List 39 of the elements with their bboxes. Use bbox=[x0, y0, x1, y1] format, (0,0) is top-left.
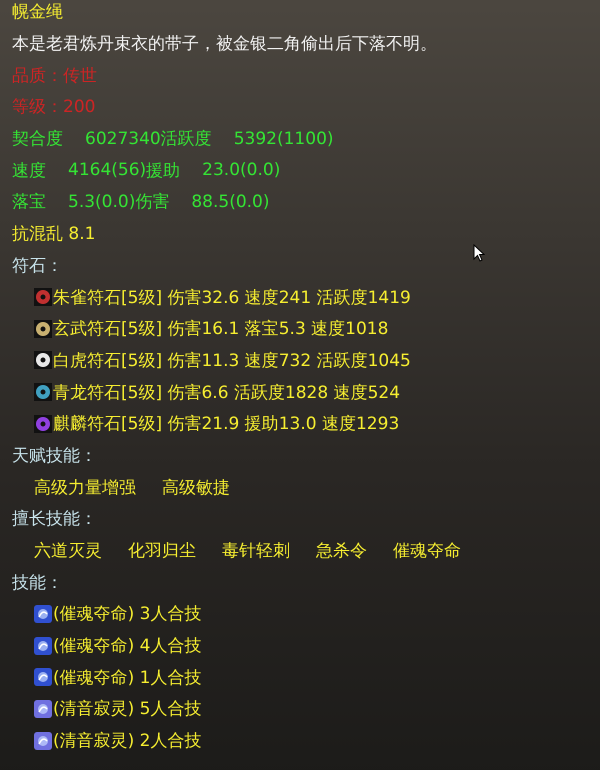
rune-text: 白虎符石[5级] 伤害11.3 速度732 活跃度1045 bbox=[53, 350, 411, 372]
stat-value: 88.5(0.0) bbox=[191, 192, 270, 212]
talent-skill: 高级敏捷 bbox=[162, 476, 230, 499]
stat-label: 援助 bbox=[146, 160, 180, 182]
specialty-skill: 毒针轻刺 bbox=[222, 540, 290, 562]
attribute-text: 品质：传世 bbox=[12, 64, 97, 87]
stat-label: 伤害 bbox=[135, 191, 170, 214]
attribute-text: 等级：200 bbox=[12, 96, 96, 118]
section-heading: 技能： bbox=[12, 572, 63, 594]
stat-value: 6027340 bbox=[85, 128, 161, 149]
rune-text: 麒麟符石[5级] 伤害21.9 援助13.0 速度1293 bbox=[53, 413, 400, 436]
stat-label: 契合度 bbox=[12, 128, 63, 150]
section-heading: 天赋技能： bbox=[12, 444, 97, 467]
stat-label: 落宝 bbox=[12, 191, 46, 214]
stat-label: 活跃度 bbox=[160, 128, 212, 150]
rune-text: 朱雀符石[5级] 伤害32.6 速度241 活跃度1419 bbox=[53, 286, 411, 309]
specialty-skill: 急杀令 bbox=[316, 540, 367, 562]
section-heading: 擅长技能： bbox=[12, 508, 97, 530]
stat-label: 速度 bbox=[12, 160, 46, 182]
specialty-skill: 催魂夺命 bbox=[393, 540, 461, 562]
cursor-icon bbox=[473, 244, 485, 262]
specialty-skill: 六道灭灵 bbox=[34, 540, 102, 562]
skill-text: (催魂夺命) 3人合技 bbox=[53, 603, 202, 626]
skill-text: (催魂夺命) 1人合技 bbox=[53, 666, 202, 689]
stat-value: 5.3(0.0) bbox=[68, 192, 136, 212]
talent-skill: 高级力量增强 bbox=[34, 476, 136, 499]
section-heading: 符石： bbox=[12, 254, 63, 277]
stat-value: 5392(1100) bbox=[234, 128, 334, 149]
resist-text: 抗混乱 8.1 bbox=[12, 223, 96, 246]
skill-text: (清音寂灵) 5人合技 bbox=[53, 698, 202, 720]
stat-value: 4164(56) bbox=[68, 160, 146, 180]
item-name: 幌金绳 bbox=[12, 1, 63, 24]
skill-text: (清音寂灵) 2人合技 bbox=[53, 730, 202, 752]
specialty-skill: 化羽归尘 bbox=[128, 540, 196, 562]
skill-text: (催魂夺命) 4人合技 bbox=[53, 635, 202, 658]
stat-value: 23.0(0.0) bbox=[202, 160, 280, 180]
item-description: 本是老君炼丹束衣的带子，被金银二角偷出后下落不明。 bbox=[12, 33, 437, 56]
rune-text: 玄武符石[5级] 伤害16.1 落宝5.3 速度1018 bbox=[53, 318, 388, 340]
rune-text: 青龙符石[5级] 伤害6.6 活跃度1828 速度524 bbox=[53, 382, 400, 404]
